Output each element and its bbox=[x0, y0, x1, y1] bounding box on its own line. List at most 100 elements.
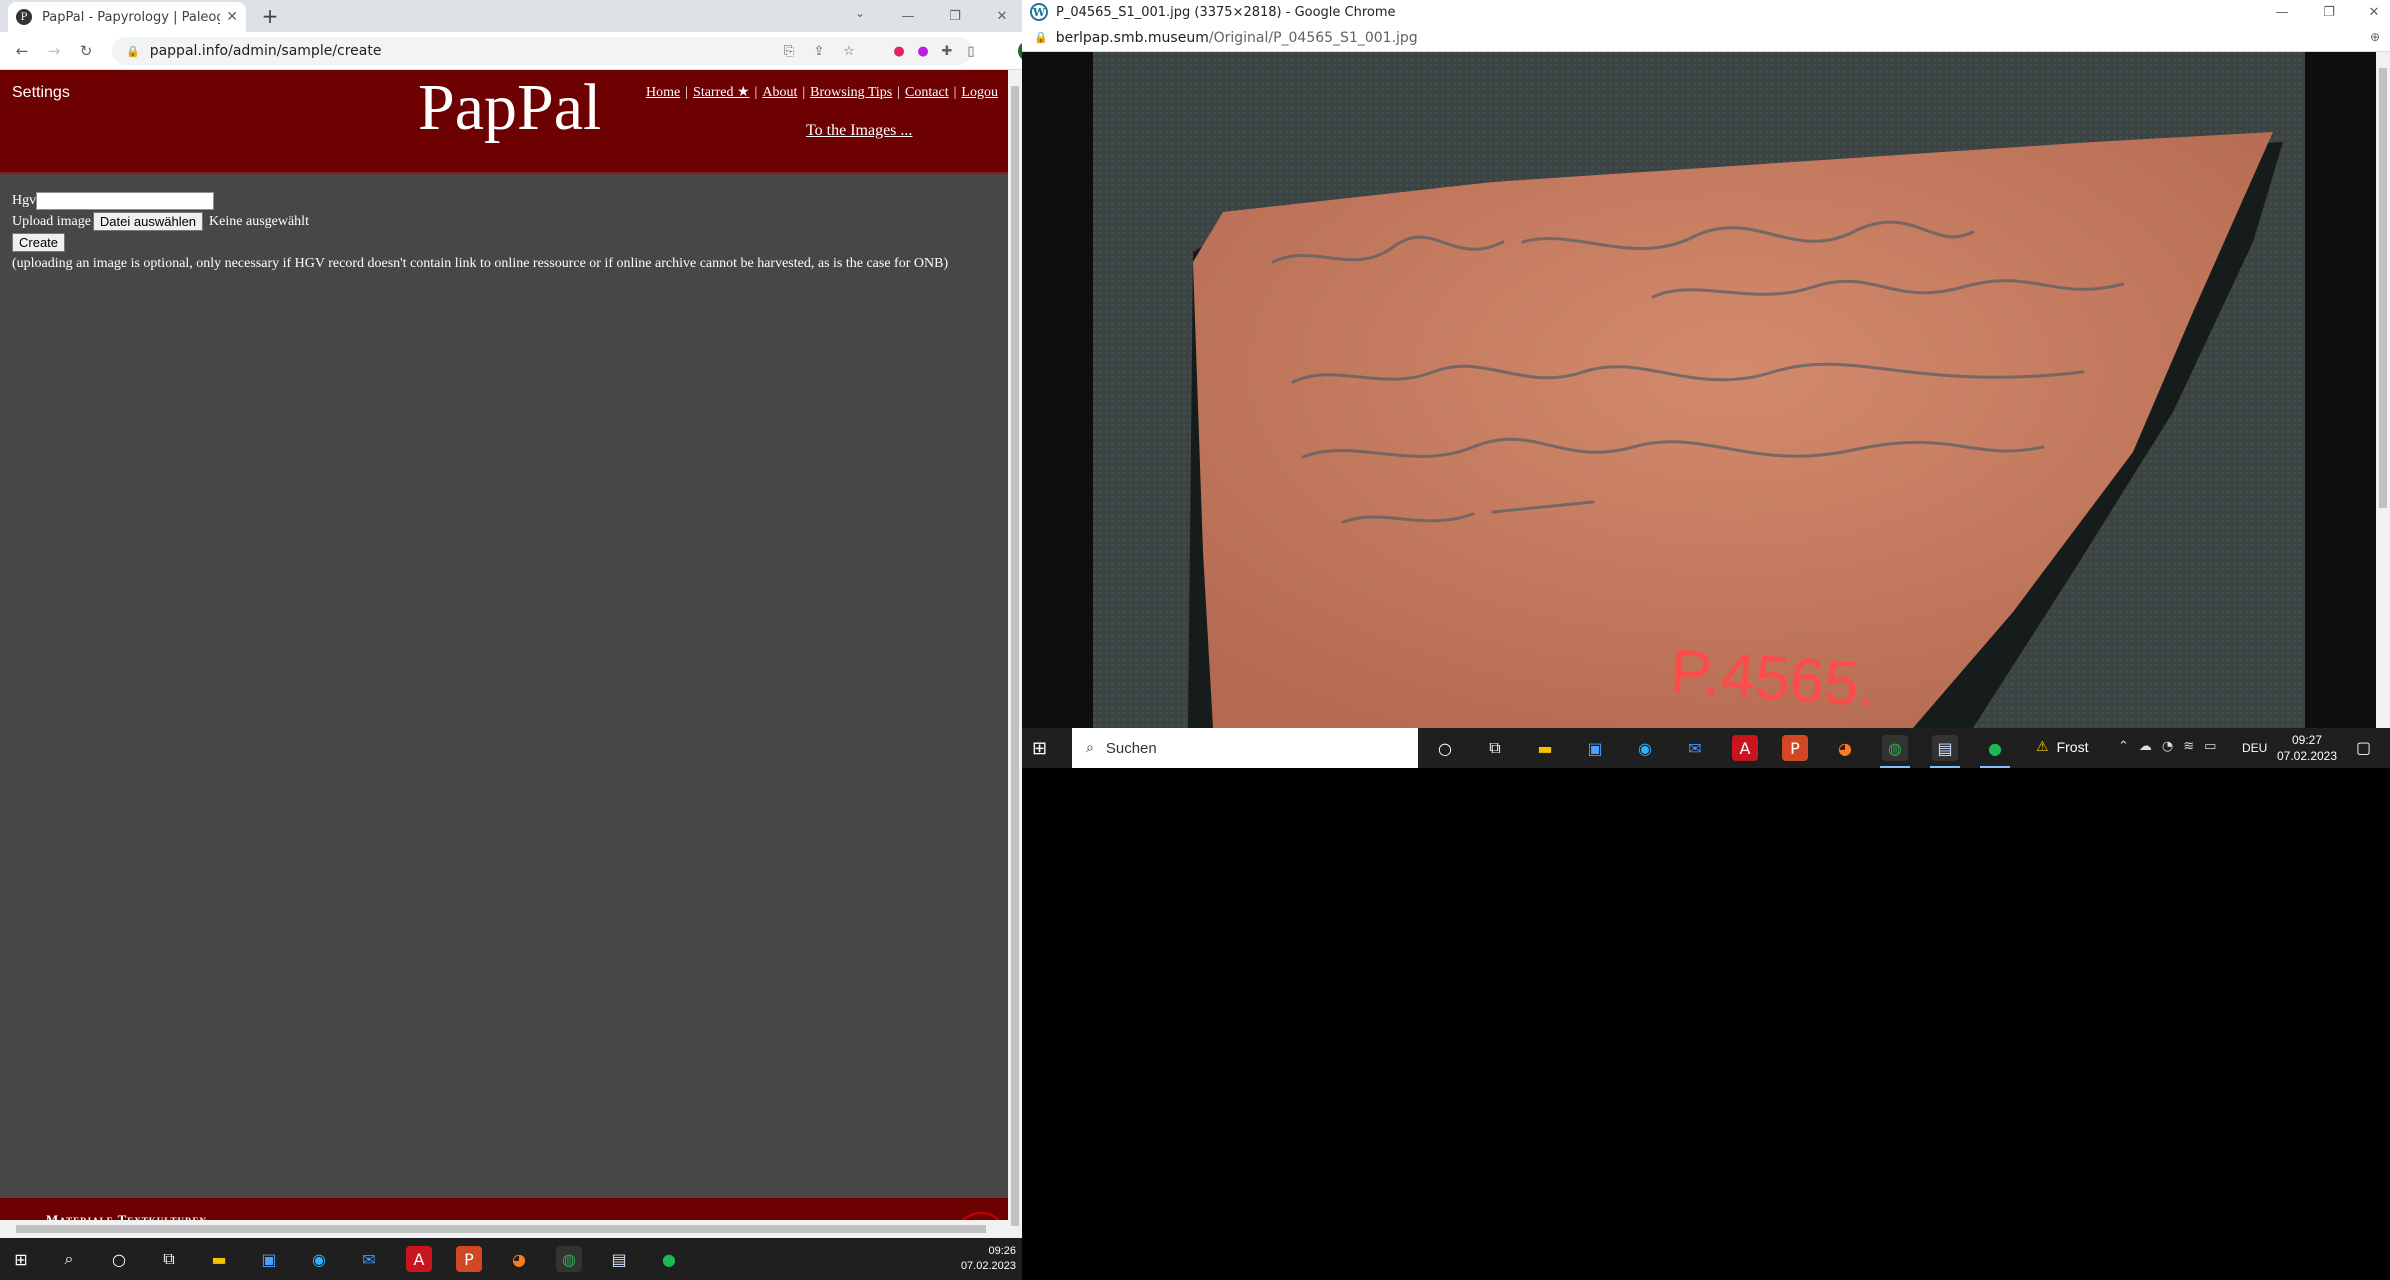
right-taskbar: ⊞ ⌕ Suchen ○ ⧉ ▬ ▣ ◉ ✉ A P ◕ ◍ ▤ ● ⚠ Fro… bbox=[1022, 728, 2390, 768]
nav-browsing-tips[interactable]: Browsing Tips bbox=[810, 85, 892, 100]
create-button[interactable]: Create bbox=[12, 233, 66, 252]
mail-icon[interactable]: ✉ bbox=[1682, 735, 1708, 761]
image-viewer[interactable]: P.4565. bbox=[1022, 52, 2376, 728]
popup-address-bar[interactable]: 🔒 berlpap.smb.museum/Original/P_04565_S1… bbox=[1022, 24, 2390, 52]
horizontal-scrollbar[interactable] bbox=[0, 1220, 1008, 1238]
restore-icon[interactable]: ❐ bbox=[943, 4, 967, 28]
popup-minimize-icon[interactable]: — bbox=[2270, 0, 2294, 24]
file-explorer-icon[interactable]: ▬ bbox=[206, 1246, 232, 1272]
left-taskbar: ⊞ ⌕ ○ ⧉ ▬ ▣ ◉ ✉ A P ◕ ◍ ▤ ● 09:26 07.02.… bbox=[0, 1238, 1022, 1280]
upload-image-label: Upload image bbox=[12, 213, 91, 229]
tab-strip: P PapPal - Papyrology | Paleographi ✕ + … bbox=[0, 0, 1022, 32]
nav-logout[interactable]: Logou bbox=[961, 85, 998, 100]
weather-widget[interactable]: ⚠ Frost bbox=[2036, 738, 2088, 755]
left-clock[interactable]: 09:26 07.02.2023 bbox=[961, 1244, 1016, 1274]
tab-close-icon[interactable]: ✕ bbox=[226, 9, 238, 25]
task-view-icon[interactable]: ⧉ bbox=[1482, 735, 1508, 761]
url-path: /Original/P_04565_S1_001.jpg bbox=[1208, 29, 1418, 46]
wordpress-favicon-icon: W bbox=[1030, 3, 1048, 21]
pappal-favicon-icon: P bbox=[16, 9, 32, 25]
popup-title: P_04565_S1_001.jpg (3375×2818) - Google … bbox=[1056, 4, 1396, 20]
system-tray-icons[interactable]: ⌃☁◔≋▭ bbox=[2118, 739, 2226, 754]
tab-pappal[interactable]: P PapPal - Papyrology | Paleographi ✕ bbox=[8, 2, 246, 32]
extension-purple-icon[interactable]: ● bbox=[914, 42, 932, 60]
search-icon: ⌕ bbox=[1086, 740, 1094, 756]
right-clock[interactable]: 09:27 07.02.2023 bbox=[2272, 732, 2342, 764]
image-popup-window: W P_04565_S1_001.jpg (3375×2818) - Googl… bbox=[1022, 0, 2390, 768]
left-browser-window: P PapPal - Papyrology | Paleographi ✕ + … bbox=[0, 0, 1022, 1238]
bookmark-star-icon[interactable]: ☆ bbox=[840, 42, 858, 60]
file-explorer-icon[interactable]: ▬ bbox=[1532, 735, 1558, 761]
edge-icon[interactable]: ◉ bbox=[1632, 735, 1658, 761]
ostracon-image: P.4565. bbox=[1093, 52, 2305, 728]
popup-scrollbar[interactable] bbox=[2376, 52, 2390, 728]
minimize-icon[interactable]: — bbox=[896, 4, 920, 28]
nav-contact[interactable]: Contact bbox=[905, 85, 949, 100]
firefox-icon[interactable]: ◕ bbox=[506, 1246, 532, 1272]
museum-inventory-label: P.4565. bbox=[1668, 637, 1878, 720]
edge-icon[interactable]: ◉ bbox=[306, 1246, 332, 1272]
chrome-icon[interactable]: ◍ bbox=[556, 1246, 582, 1272]
top-nav: Home | Starred ★ | About | Browsing Tips | Conta… bbox=[646, 85, 998, 100]
language-indicator[interactable]: DEU bbox=[2242, 741, 2267, 755]
store-icon[interactable]: ▣ bbox=[1582, 735, 1608, 761]
extension-red-icon[interactable]: ● bbox=[890, 42, 908, 60]
url-host: berlpap.smb.museum bbox=[1055, 29, 1209, 46]
task-view-icon[interactable]: ⧉ bbox=[156, 1246, 182, 1272]
tab-search-icon[interactable]: ⌄ bbox=[855, 6, 865, 20]
cortana-icon[interactable]: ○ bbox=[106, 1246, 132, 1272]
settings-link[interactable]: Settings bbox=[12, 84, 70, 102]
new-tab-button[interactable]: + bbox=[258, 4, 282, 28]
spotify-icon[interactable]: ● bbox=[656, 1246, 682, 1272]
nav-starred[interactable]: Starred ★ bbox=[693, 85, 749, 100]
translate-icon[interactable]: ⎘ bbox=[780, 42, 798, 60]
nav-about[interactable]: About bbox=[762, 85, 797, 100]
notification-icon[interactable]: ▢ bbox=[2356, 738, 2371, 757]
window-close-icon[interactable]: ✕ bbox=[990, 4, 1014, 28]
powerpoint-icon[interactable]: P bbox=[1782, 735, 1808, 761]
weather-text: Frost bbox=[2056, 738, 2089, 755]
acrobat-icon[interactable]: A bbox=[1732, 735, 1758, 761]
popup-restore-icon[interactable]: ❐ bbox=[2317, 0, 2341, 24]
vertical-scrollbar[interactable] bbox=[1008, 70, 1022, 1238]
reload-icon[interactable]: ↻ bbox=[74, 40, 98, 62]
side-panel-icon[interactable]: ▯ bbox=[962, 42, 980, 60]
taskbar-search-box[interactable]: ⌕ Suchen bbox=[1072, 728, 1418, 768]
acrobat-icon[interactable]: A bbox=[406, 1246, 432, 1272]
extensions-puzzle-icon[interactable]: ✚ bbox=[938, 42, 956, 60]
create-sample-form: Hgv Upload image Datei auswählen Keine a… bbox=[12, 190, 948, 274]
to-images-link[interactable]: To the Images ... bbox=[806, 122, 912, 140]
zoom-icon[interactable]: ⊕ bbox=[2370, 30, 2380, 44]
weather-warning-icon: ⚠ bbox=[2036, 738, 2049, 754]
firefox-icon[interactable]: ◕ bbox=[1832, 735, 1858, 761]
lock-icon: 🔒 bbox=[1034, 31, 1048, 44]
address-url: pappal.info/admin/sample/create bbox=[149, 43, 382, 59]
hgv-label: Hgv bbox=[12, 192, 37, 208]
chrome-icon[interactable]: ◍ bbox=[1882, 735, 1908, 761]
pappal-logo[interactable]: PapPal bbox=[418, 71, 601, 145]
nav-home[interactable]: Home bbox=[646, 85, 680, 100]
share-icon[interactable]: ⇪ bbox=[810, 42, 828, 60]
pappal-header: Settings PapPal Home | Starred ★ | About | Bro… bbox=[0, 70, 1008, 174]
forward-icon[interactable]: → bbox=[42, 40, 66, 62]
browser-toolbar: ← → ↻ 🔒 pappal.info/admin/sample/create … bbox=[0, 32, 1022, 70]
windows-start-icon[interactable]: ⊞ bbox=[8, 1246, 34, 1272]
hgv-input[interactable] bbox=[36, 191, 215, 210]
pappal-page: Settings PapPal Home | Starred ★ | About | Bro… bbox=[0, 70, 1008, 1238]
mail-icon[interactable]: ✉ bbox=[356, 1246, 382, 1272]
windows-start-icon[interactable]: ⊞ bbox=[1032, 738, 1052, 759]
back-icon[interactable]: ← bbox=[10, 40, 34, 62]
window-app-icon[interactable]: ▤ bbox=[1932, 735, 1958, 761]
tab-title: PapPal - Papyrology | Paleographi bbox=[42, 9, 220, 25]
file-status: Keine ausgewählt bbox=[209, 213, 309, 229]
spotify-icon[interactable]: ● bbox=[1982, 735, 2008, 761]
lock-icon: 🔒 bbox=[126, 44, 140, 58]
store-icon[interactable]: ▣ bbox=[256, 1246, 282, 1272]
window-app-icon[interactable]: ▤ bbox=[606, 1246, 632, 1272]
cortana-icon[interactable]: ○ bbox=[1432, 735, 1458, 761]
search-icon[interactable]: ⌕ bbox=[56, 1246, 82, 1272]
taskbar-search-placeholder: Suchen bbox=[1105, 739, 1157, 757]
choose-file-button[interactable]: Datei auswählen bbox=[92, 212, 204, 231]
popup-close-icon[interactable]: ✕ bbox=[2362, 0, 2386, 24]
powerpoint-icon[interactable]: P bbox=[456, 1246, 482, 1272]
